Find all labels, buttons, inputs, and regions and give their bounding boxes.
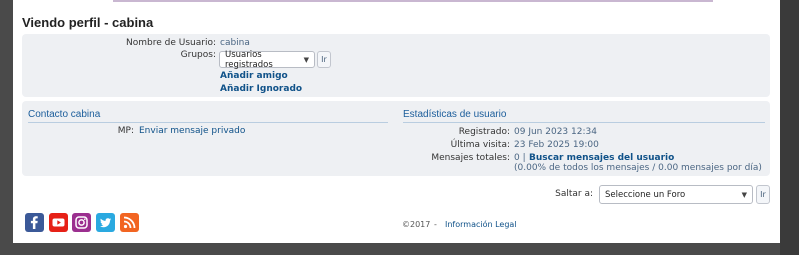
send-pm-link[interactable]: Enviar mensaje privado [139,126,245,136]
legal-info-link[interactable]: Información Legal [445,220,517,229]
footer-separator: - [434,220,437,229]
stats-heading: Estadísticas de usuario [403,109,507,120]
twitter-icon[interactable] [96,213,115,232]
posts-label: Mensajes totales: [431,153,510,163]
copyright-text: ©2017 [402,220,431,229]
registered-value: 09 Jun 2023 12:34 [514,127,597,137]
groups-select-value: Usuarios registrados [225,49,273,70]
page-title: Viendo perfil - cabina [22,15,154,30]
username-value: cabina [220,38,250,48]
search-posts-link[interactable]: Buscar mensajes del usuario [529,153,674,163]
contact-divider [28,122,388,123]
groups-go-button[interactable]: Ir [317,51,331,68]
registered-label: Registrado: [458,127,510,137]
pm-label: MP: [117,126,134,136]
rss-icon[interactable] [120,213,139,232]
facebook-icon[interactable] [25,213,44,232]
profile-page: Viendo perfil - cabina Nombre de Usuario… [13,0,780,243]
profile-panel: Nombre de Usuario: cabina Grupos: Usuari… [22,34,770,97]
add-friend-link[interactable]: Añadir amigo [220,71,288,81]
jump-select-value: Seleccione un Foro [605,189,686,200]
top-divider [113,0,713,2]
contact-heading: Contacto cabina [28,109,101,120]
stats-divider [403,122,765,123]
chevron-down-icon: ▼ [303,55,309,64]
last-visit-value: 23 Feb 2025 19:00 [514,140,599,150]
chevron-down-icon: ▼ [741,190,747,199]
contact-stats-panel: Contacto cabina MP: Enviar mensaje priva… [22,101,770,176]
posts-count: 0 | [514,153,526,163]
instagram-icon[interactable] [72,213,91,232]
last-visit-label: Última visita: [450,140,510,150]
posts-detail: (0.00% de todos los mensajes / 0.00 mens… [514,163,762,173]
jump-go-button[interactable]: Ir [756,185,770,204]
backdrop-edge [780,0,799,255]
groups-select[interactable]: Usuarios registrados ▼ [219,49,315,70]
jump-label: Saltar a: [555,189,593,199]
username-label: Nombre de Usuario: [126,38,216,48]
jump-forum-select[interactable]: Seleccione un Foro ▼ [599,185,753,204]
groups-label: Grupos: [180,50,216,60]
youtube-icon[interactable] [49,213,68,232]
add-ignored-link[interactable]: Añadir Ignorado [220,84,302,94]
